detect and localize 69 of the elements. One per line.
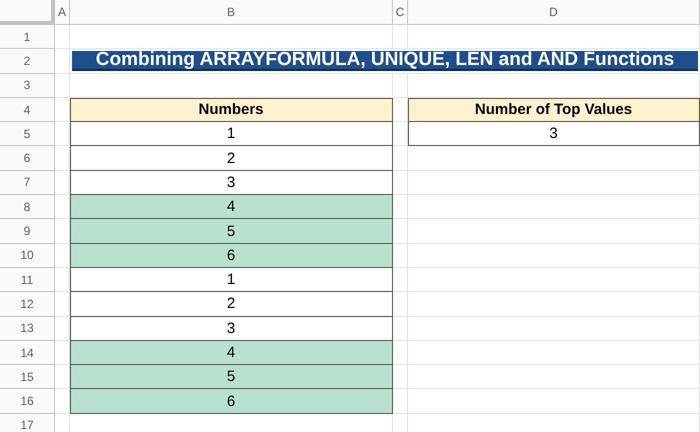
column-header[interactable]: A <box>55 0 70 25</box>
row-header[interactable]: 10 <box>0 244 55 268</box>
empty-cell[interactable] <box>408 389 700 414</box>
table-cell: 2 <box>70 146 393 171</box>
empty-cell[interactable] <box>393 122 408 146</box>
empty-cell[interactable] <box>393 316 408 341</box>
empty-cell[interactable] <box>393 292 408 317</box>
table-cell: 1 <box>70 122 393 146</box>
column-header[interactable]: C <box>393 0 408 25</box>
empty-cell[interactable] <box>393 146 408 171</box>
empty-cell[interactable] <box>408 195 700 220</box>
row-header[interactable]: 11 <box>0 268 55 292</box>
select-all-corner[interactable] <box>0 0 55 25</box>
empty-cell[interactable] <box>393 268 408 292</box>
table-cell: 6 <box>70 389 393 414</box>
row-header[interactable]: 17 <box>0 414 55 432</box>
row-header[interactable]: 16 <box>0 389 55 414</box>
row-header[interactable]: 2 <box>0 49 55 74</box>
row-header[interactable]: 12 <box>0 292 55 317</box>
table-header: Numbers <box>70 98 393 122</box>
empty-cell[interactable] <box>408 268 700 292</box>
table-cell: 2 <box>70 292 393 317</box>
empty-cell[interactable] <box>408 170 700 196</box>
table-cell: 3 <box>408 122 700 146</box>
empty-cell[interactable] <box>408 219 700 244</box>
empty-cell[interactable] <box>393 219 408 244</box>
table-cell: 5 <box>70 219 393 244</box>
empty-cell[interactable] <box>55 292 70 317</box>
empty-cell[interactable] <box>393 244 408 268</box>
empty-cell[interactable] <box>55 268 70 292</box>
empty-cell[interactable] <box>393 195 408 220</box>
empty-cell[interactable] <box>408 244 700 268</box>
table-cell: 1 <box>70 268 393 292</box>
column-header[interactable]: D <box>408 0 700 25</box>
empty-cell[interactable] <box>55 146 70 171</box>
empty-cell[interactable] <box>408 292 700 317</box>
empty-cell[interactable] <box>55 170 70 196</box>
row-header[interactable]: 14 <box>0 340 55 366</box>
column-header[interactable]: B <box>70 0 393 25</box>
row-header[interactable]: 13 <box>0 316 55 341</box>
empty-cell[interactable] <box>55 122 70 146</box>
row-header[interactable]: 9 <box>0 219 55 244</box>
empty-cell[interactable] <box>55 49 70 74</box>
row-header[interactable]: 1 <box>0 25 55 50</box>
table-cell: 5 <box>70 365 393 390</box>
empty-cell[interactable] <box>393 389 408 414</box>
empty-cell[interactable] <box>408 340 700 366</box>
table-cell: 4 <box>70 340 393 366</box>
empty-cell[interactable] <box>408 25 700 50</box>
empty-cell[interactable] <box>408 316 700 341</box>
row-header[interactable]: 5 <box>0 122 55 146</box>
empty-cell[interactable] <box>70 25 393 50</box>
row-header[interactable]: 15 <box>0 365 55 390</box>
table-cell: 4 <box>70 195 393 220</box>
empty-cell[interactable] <box>55 74 70 98</box>
row-header[interactable]: 4 <box>0 98 55 122</box>
empty-cell[interactable] <box>393 340 408 366</box>
empty-cell[interactable] <box>393 170 408 196</box>
table-cell: 6 <box>70 244 393 268</box>
empty-cell[interactable] <box>55 316 70 341</box>
table-header: Number of Top Values <box>408 98 700 122</box>
empty-cell[interactable] <box>393 365 408 390</box>
row-header[interactable]: 7 <box>0 170 55 196</box>
empty-cell[interactable] <box>393 74 408 98</box>
row-header[interactable]: 3 <box>0 74 55 98</box>
empty-cell[interactable] <box>408 365 700 390</box>
empty-cell[interactable] <box>408 146 700 171</box>
row-header[interactable]: 6 <box>0 146 55 171</box>
row-header[interactable]: 8 <box>0 195 55 220</box>
